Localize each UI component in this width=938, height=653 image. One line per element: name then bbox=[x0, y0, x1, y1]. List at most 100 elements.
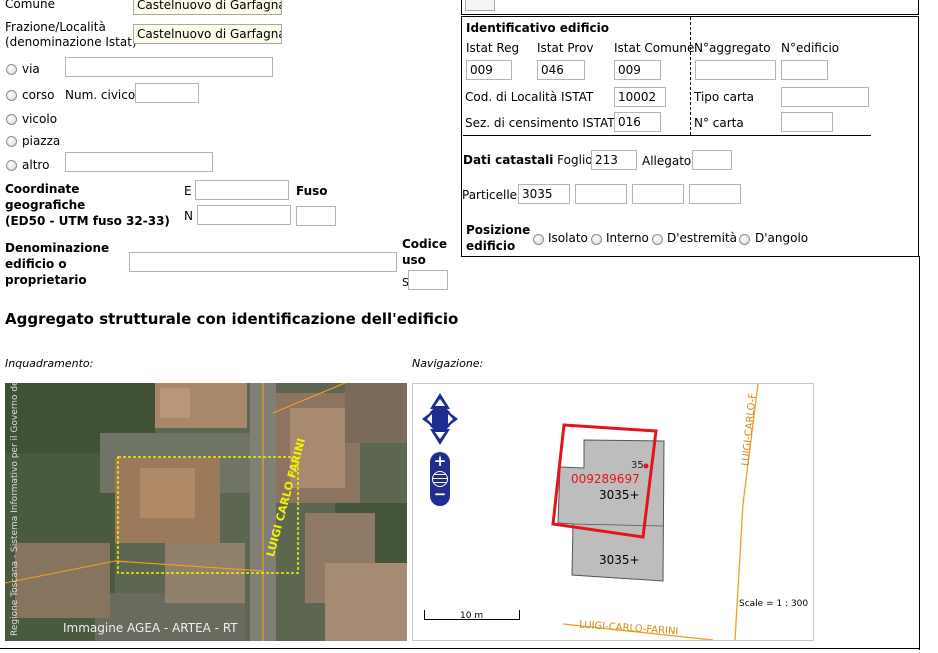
navigazione-label: Navigazione: bbox=[412, 357, 484, 370]
top-right-box-control[interactable] bbox=[465, 0, 495, 11]
radio-interno-label: Interno bbox=[606, 231, 649, 245]
num-civico-field[interactable] bbox=[135, 83, 199, 103]
particella-field-4[interactable] bbox=[689, 184, 741, 204]
num-civico-label: Num. civico bbox=[65, 88, 136, 102]
radio-isolato[interactable] bbox=[533, 234, 544, 245]
particella-field-2[interactable] bbox=[575, 184, 627, 204]
codice-uso-label-line2: uso bbox=[402, 253, 426, 267]
radio-piazza[interactable] bbox=[6, 136, 17, 147]
coordinate-label-line1: Coordinate bbox=[5, 182, 80, 196]
identificativo-title: Identificativo edificio bbox=[466, 21, 609, 35]
map-building-code: 009289697 bbox=[571, 472, 640, 486]
cod-localita-field[interactable]: 10002 bbox=[614, 87, 666, 107]
tipo-carta-field[interactable] bbox=[781, 87, 869, 107]
codice-uso-field[interactable] bbox=[408, 270, 448, 290]
radio-interno[interactable] bbox=[591, 234, 602, 245]
comune-field[interactable]: Castelnuovo di Garfagnana bbox=[133, 0, 282, 15]
foglio-label: Foglio bbox=[557, 153, 593, 167]
posizione-label: Posizione edificio bbox=[466, 222, 530, 254]
fuso-label: Fuso bbox=[296, 184, 328, 198]
radio-estremita[interactable] bbox=[652, 234, 663, 245]
radio-vicolo[interactable] bbox=[6, 114, 17, 125]
zoom-out-icon[interactable]: − bbox=[433, 487, 447, 502]
fuso-field[interactable] bbox=[296, 206, 336, 226]
top-right-box bbox=[461, 0, 919, 15]
aerial-side-credit: Regione Toscana - Sistema Informativo pe… bbox=[10, 383, 20, 636]
istat-comune-field[interactable]: 009 bbox=[614, 60, 661, 80]
allegato-label: Allegato bbox=[642, 154, 692, 168]
sez-censimento-field[interactable]: 016 bbox=[614, 112, 661, 132]
cod-localita-label: Cod. di Località ISTAT bbox=[465, 90, 594, 104]
frazione-field[interactable]: Castelnuovo di Garfagnana bbox=[133, 24, 282, 44]
radio-altro-label: altro bbox=[22, 158, 50, 172]
codice-uso-label-line1: Codice bbox=[402, 237, 448, 251]
radio-isolato-label: Isolato bbox=[548, 231, 588, 245]
map-civic-number: 35 bbox=[631, 460, 644, 471]
particelle-label: Particelle bbox=[462, 188, 518, 202]
n-aggregato-field[interactable] bbox=[695, 60, 776, 80]
codice-uso-label: Codice uso bbox=[402, 236, 447, 268]
coordinate-label-line3: (ED50 - UTM fuso 32-33) bbox=[5, 214, 170, 228]
n-carta-field[interactable] bbox=[781, 112, 833, 132]
page-right-border bbox=[919, 256, 920, 650]
istat-reg-label: Istat Reg bbox=[466, 41, 520, 55]
map-parcel-label-bottom: 3035+ bbox=[599, 553, 640, 567]
denominazione-field[interactable] bbox=[129, 252, 397, 272]
pan-icon[interactable] bbox=[422, 393, 458, 445]
dati-catastali-label: Dati catastali bbox=[463, 153, 554, 167]
denominazione-label: Denominazione edificio o proprietario bbox=[5, 240, 109, 288]
coordinate-label-line2: geografiche bbox=[5, 198, 86, 212]
frazione-label: Frazione/Località (denominazione Istat) bbox=[5, 20, 137, 50]
page-bottom-border bbox=[0, 648, 920, 649]
dati-catastali-row: Dati catastali Foglio bbox=[463, 153, 593, 167]
radio-angolo[interactable] bbox=[739, 234, 750, 245]
radio-corso[interactable] bbox=[6, 90, 17, 101]
frazione-label-line1: Frazione/Località bbox=[5, 20, 106, 34]
radio-estremita-label: D'estremità bbox=[667, 231, 738, 245]
navigation-map[interactable]: 35 009289697 3035+ 3035+ LUIGI-CARLO-F L… bbox=[412, 383, 814, 641]
aerial-image[interactable]: LUIGI CARLO FARINI LUIGI CARLO FARINI Re… bbox=[5, 383, 407, 641]
tipo-carta-label: Tipo carta bbox=[694, 90, 755, 104]
panel-underline bbox=[463, 135, 871, 136]
istat-prov-field[interactable]: 046 bbox=[537, 60, 585, 80]
radio-angolo-label: D'angolo bbox=[755, 231, 809, 245]
radio-piazza-label: piazza bbox=[22, 134, 61, 148]
particella-field-1[interactable]: 3035 bbox=[518, 184, 570, 204]
radio-via[interactable] bbox=[6, 64, 17, 75]
zoom-in-icon[interactable]: + bbox=[433, 454, 447, 469]
altro-field[interactable] bbox=[65, 152, 213, 172]
east-label: E bbox=[184, 184, 192, 198]
coordinate-label: Coordinate geografiche (ED50 - UTM fuso … bbox=[5, 181, 170, 229]
frazione-label-line2: (denominazione Istat) bbox=[5, 35, 137, 49]
istat-reg-field[interactable]: 009 bbox=[466, 60, 512, 80]
north-coordinate-field[interactable] bbox=[197, 205, 291, 225]
radio-via-label: via bbox=[22, 62, 40, 76]
section-title: Aggregato strutturale con identificazion… bbox=[5, 310, 459, 328]
panel-dashed-divider bbox=[690, 17, 691, 135]
istat-comune-label: Istat Comune bbox=[614, 41, 695, 55]
posizione-label-line1: Posizione bbox=[466, 223, 531, 237]
sez-censimento-label: Sez. di censimento ISTAT bbox=[465, 116, 615, 130]
map-parcel-label-top: 3035+ bbox=[599, 488, 640, 502]
comune-label: Comune bbox=[5, 0, 56, 11]
foglio-field[interactable]: 213 bbox=[591, 150, 637, 170]
denominazione-label-line3: proprietario bbox=[5, 273, 87, 287]
allegato-field[interactable] bbox=[692, 150, 732, 170]
radio-vicolo-label: vicolo bbox=[22, 112, 58, 126]
aerial-image-svg: LUIGI CARLO FARINI bbox=[5, 383, 407, 641]
n-edificio-field[interactable] bbox=[781, 60, 828, 80]
scale-bar-label: 10 m bbox=[460, 611, 484, 621]
radio-corso-label: corso bbox=[22, 88, 55, 102]
via-field[interactable] bbox=[65, 57, 273, 77]
inquadramento-label: Inquadramento: bbox=[5, 357, 94, 370]
denominazione-label-line2: edificio o bbox=[5, 257, 67, 271]
n-carta-label: N° carta bbox=[694, 116, 744, 130]
east-coordinate-field[interactable] bbox=[195, 180, 289, 200]
particella-field-3[interactable] bbox=[632, 184, 684, 204]
denominazione-label-line1: Denominazione bbox=[5, 241, 110, 255]
aerial-credit: Immagine AGEA - ARTEA - RT bbox=[63, 621, 238, 635]
radio-altro[interactable] bbox=[6, 160, 17, 171]
scale-ratio: Scale = 1 : 300 bbox=[739, 599, 809, 609]
north-label: N bbox=[184, 209, 193, 223]
istat-prov-label: Istat Prov bbox=[537, 41, 594, 55]
